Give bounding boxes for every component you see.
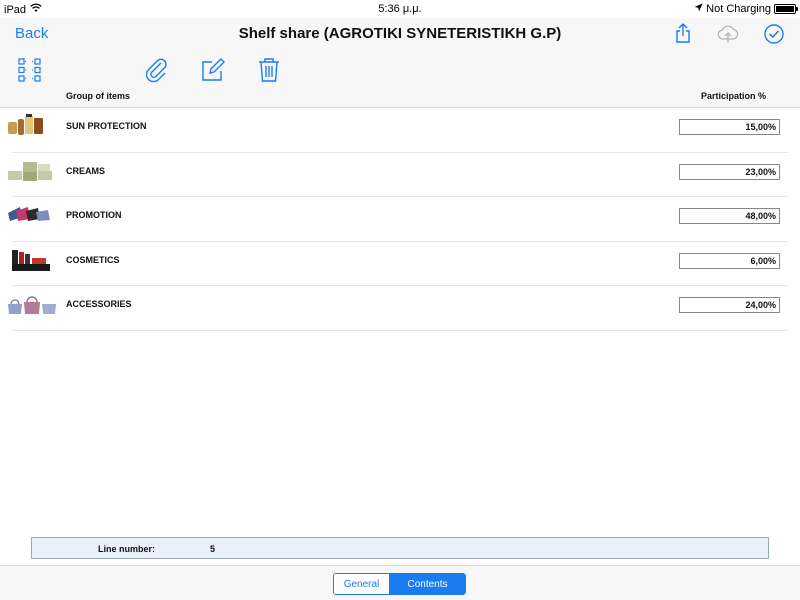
participation-field[interactable]: 23,00% xyxy=(679,163,780,180)
creams-image xyxy=(6,159,60,183)
location-arrow-icon xyxy=(694,3,703,15)
participation-field[interactable]: 6,00% xyxy=(679,252,780,269)
participation-field[interactable]: 24,00% xyxy=(679,297,780,313)
tab-general[interactable]: General xyxy=(334,574,390,594)
paperclip-icon[interactable] xyxy=(143,56,171,84)
item-name: COSMETICS xyxy=(66,254,120,265)
view-segmented-control: General Contents xyxy=(333,573,466,595)
line-number-value: 5 xyxy=(210,544,216,554)
trash-icon[interactable] xyxy=(255,56,283,84)
list-header: Group of items Participation % xyxy=(0,88,800,108)
status-bar: iPad 5:36 μ.μ. Not Charging xyxy=(0,0,800,18)
list-item[interactable]: COSMETICS 6,00% xyxy=(12,242,788,286)
item-name: CREAMS xyxy=(66,165,106,176)
charging-status: Not Charging xyxy=(706,3,771,15)
item-name: ACCESSORIES xyxy=(66,299,132,309)
share-icon[interactable] xyxy=(671,21,695,45)
items-list: SUN PROTECTION 15,00% CREAMS 23,00% PROM… xyxy=(0,108,800,331)
battery-icon xyxy=(774,4,798,14)
navigation-bar: Back Shelf share (AGROTIKI SYNETERISTIKH… xyxy=(0,18,800,50)
list-item[interactable]: PROMOTION 48,00% xyxy=(8,197,788,242)
promotion-image xyxy=(6,203,60,227)
column-header-group: Group of items xyxy=(66,91,131,101)
status-time: 5:36 μ.μ. xyxy=(378,3,422,15)
toolbar xyxy=(0,50,800,90)
participation-field[interactable]: 15,00% xyxy=(679,119,780,135)
column-header-participation: Participation % xyxy=(700,91,766,101)
cloud-upload-icon[interactable] xyxy=(716,21,740,45)
app-window: iPad 5:36 μ.μ. Not Charging Back Shelf s… xyxy=(0,0,800,600)
list-item[interactable]: SUN PROTECTION 15,00% xyxy=(8,108,788,153)
tree-list-icon[interactable] xyxy=(17,56,45,84)
cosmetics-image xyxy=(6,248,60,272)
summary-bar: Line number: 5 xyxy=(31,537,769,559)
accessories-image xyxy=(6,292,60,316)
bottom-bar: General Contents xyxy=(0,565,800,600)
edit-icon[interactable] xyxy=(199,56,227,84)
tab-contents[interactable]: Contents xyxy=(390,574,465,594)
checkmark-circle-icon[interactable] xyxy=(762,21,786,45)
list-item[interactable]: CREAMS 23,00% xyxy=(8,153,788,197)
status-right: Not Charging xyxy=(694,3,798,15)
sun-protection-image xyxy=(6,114,60,138)
list-item[interactable]: ACCESSORIES 24,00% xyxy=(8,286,788,331)
participation-field[interactable]: 48,00% xyxy=(679,208,780,224)
line-number-label: Line number: xyxy=(98,544,156,554)
item-name: PROMOTION xyxy=(66,210,122,220)
item-name: SUN PROTECTION xyxy=(66,121,147,131)
